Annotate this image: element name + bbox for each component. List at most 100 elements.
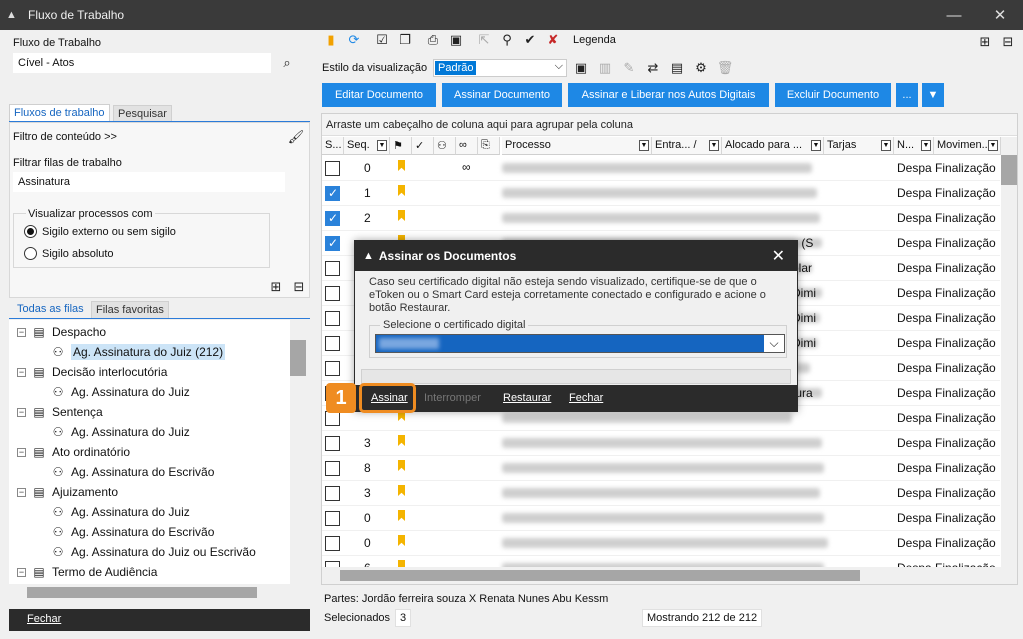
col-bookmark[interactable]: ⚑	[390, 137, 412, 155]
table-row[interactable]: 8 Despa Finalização	[322, 456, 1000, 481]
row-checkbox[interactable]	[325, 336, 340, 351]
col-entrada[interactable]: Entra... / ▼	[652, 137, 722, 155]
col-attach[interactable]: ⎘	[478, 137, 500, 155]
filtrar-input[interactable]: Assinatura	[13, 172, 285, 192]
tab-todas-filas[interactable]: Todas as filas	[13, 301, 88, 319]
tree-hscrollbar[interactable]	[9, 584, 290, 601]
tree-item-despacho[interactable]: − ▤ Despacho	[17, 322, 106, 342]
col-seq[interactable]: Seq. ▼	[344, 137, 390, 155]
table-row[interactable]: 0 Despa Finalização	[322, 531, 1000, 556]
delete-icon[interactable]: ▥	[596, 59, 614, 77]
tree-item-queue[interactable]: ⚇ Ag. Assinatura do Juiz	[51, 502, 190, 522]
search-icon[interactable]: ⌕	[278, 54, 296, 72]
row-checkbox[interactable]	[325, 536, 340, 551]
tree-view-icon[interactable]: ⊞	[976, 33, 994, 51]
row-checkbox[interactable]	[325, 311, 340, 326]
row-checkbox[interactable]	[325, 211, 340, 226]
row-checkbox[interactable]	[325, 261, 340, 276]
row-checkbox[interactable]	[325, 236, 340, 251]
checklist-icon[interactable]: ☑	[373, 31, 391, 49]
col-n[interactable]: N... ▼	[894, 137, 934, 155]
tab-fluxos[interactable]: Fluxos de trabalho	[9, 104, 110, 122]
print-icon[interactable]: ⎙	[424, 31, 442, 49]
table-row[interactable]: 0 Despa Finalização	[322, 506, 1000, 531]
settings-icon[interactable]: ⚙	[692, 59, 710, 77]
row-checkbox[interactable]	[325, 411, 340, 426]
table-row[interactable]: 0 ∞ Despa Finalização	[322, 156, 1000, 181]
export-icon[interactable]: ⇄	[644, 59, 662, 77]
tree-item-ajuizamento[interactable]: − ▤ Ajuizamento	[17, 482, 118, 502]
refresh-icon[interactable]: ⟳	[345, 31, 363, 49]
col-check[interactable]: ✓	[412, 137, 434, 155]
row-checkbox[interactable]	[325, 436, 340, 451]
row-checkbox[interactable]	[325, 461, 340, 476]
restaurar-button[interactable]: Restaurar	[503, 392, 551, 404]
dialog-close-icon[interactable]: ✕	[772, 246, 785, 266]
tab-filas-favoritas[interactable]: Filas favoritas	[91, 301, 169, 319]
tree-item-queue[interactable]: ⚇ Ag. Assinatura do Escrivão	[51, 522, 215, 542]
editar-documento-button[interactable]: Editar Documento	[322, 83, 436, 107]
col-users[interactable]: ⚇	[434, 137, 456, 155]
bookmark-icon[interactable]: ▮	[322, 31, 340, 49]
row-checkbox[interactable]	[325, 286, 340, 301]
more-button[interactable]: ...	[896, 83, 918, 107]
clear-filter-icon[interactable]: 🖌	[287, 128, 305, 146]
radio-sigilo-absoluto[interactable]: Sigilo absoluto	[24, 247, 114, 260]
tree-item-sentenca[interactable]: − ▤ Sentença	[17, 402, 103, 422]
list-view-icon[interactable]: ⊟	[290, 278, 308, 296]
row-checkbox[interactable]	[325, 361, 340, 376]
row-checkbox[interactable]	[325, 161, 340, 176]
filtro-conteudo-toggle[interactable]: Filtro de conteúdo >>	[13, 131, 117, 143]
row-checkbox[interactable]	[325, 511, 340, 526]
edit-icon[interactable]: ✎	[620, 59, 638, 77]
col-select[interactable]: S...	[322, 137, 344, 155]
radio-sigilo-externo[interactable]: Sigilo externo ou sem sigilo	[24, 225, 176, 238]
save-icon[interactable]: ▣	[447, 31, 465, 49]
col-tarjas[interactable]: Tarjas ▼	[824, 137, 894, 155]
grid-scrollbar[interactable]	[1001, 137, 1017, 584]
table-row[interactable]: 2 Despa Finalização	[322, 206, 1000, 231]
certificate-select[interactable]: ⌵	[375, 334, 785, 353]
table-row[interactable]: 1 Despa Finalização	[322, 181, 1000, 206]
excluir-documento-button[interactable]: Excluir Documento	[775, 83, 891, 107]
save-icon[interactable]: ▣	[572, 59, 590, 77]
col-alocado[interactable]: Alocado para ... ▼	[722, 137, 824, 155]
col-processo[interactable]: Processo ▼	[502, 137, 652, 155]
tree-item-ato[interactable]: − ▤ Ato ordinatório	[17, 442, 130, 462]
estilo-select[interactable]: Padrão ⌵	[433, 59, 567, 77]
col-movimento[interactable]: Movimen... ▼	[934, 137, 1001, 155]
reject-icon[interactable]: ✘	[544, 31, 562, 49]
assinar-liberar-button[interactable]: Assinar e Liberar nos Autos Digitais	[568, 83, 769, 107]
minimize-button[interactable]: —	[931, 0, 977, 30]
approve-icon[interactable]: ✔	[521, 31, 539, 49]
row-checkbox[interactable]	[325, 186, 340, 201]
tree-scrollbar[interactable]	[290, 320, 306, 584]
assinar-documento-button[interactable]: Assinar Documento	[442, 83, 562, 107]
document-icon[interactable]: ▤	[668, 59, 686, 77]
search-user-icon[interactable]: ⚲	[498, 31, 516, 49]
row-checkbox[interactable]	[325, 486, 340, 501]
tree-item-queue[interactable]: ⚇ Ag. Assinatura do Juiz	[51, 422, 190, 442]
fluxo-field[interactable]: Cível - Atos	[13, 53, 271, 73]
grid-hscrollbar[interactable]	[322, 567, 1001, 584]
copy-icon[interactable]: ❐	[396, 31, 414, 49]
tree-item-queue[interactable]: ⚇ Ag. Assinatura do Juiz	[51, 382, 190, 402]
trash-icon[interactable]: 🗑	[716, 59, 734, 77]
tree-item-decisao[interactable]: − ▤ Decisão interlocutória	[17, 362, 167, 382]
fechar-dialog-button[interactable]: Fechar	[569, 392, 603, 404]
tree-item-termo[interactable]: − ▤ Termo de Audiência	[17, 562, 157, 582]
legenda-link[interactable]: Legenda	[573, 34, 616, 46]
tree-view-icon[interactable]: ⊞	[267, 278, 285, 296]
dropdown-menu-button[interactable]: ▼	[922, 83, 944, 107]
col-link[interactable]: ∞	[456, 137, 478, 155]
tree-item-queue[interactable]: ⚇ Ag. Assinatura do Juiz (212)	[51, 342, 226, 362]
table-row[interactable]: 3 Despa Finalização	[322, 431, 1000, 456]
move-icon[interactable]: ⇱	[475, 31, 493, 49]
tree-item-queue[interactable]: ⚇ Ag. Assinatura do Juiz ou Escrivão	[51, 542, 256, 562]
table-row[interactable]: 3 Despa Finalização	[322, 481, 1000, 506]
close-window-button[interactable]: ✕	[977, 0, 1023, 30]
list-view-icon[interactable]: ⊟	[999, 33, 1017, 51]
fechar-left-button[interactable]: Fechar	[9, 609, 310, 631]
interromper-button[interactable]: Interromper	[424, 392, 481, 404]
tree-item-queue[interactable]: ⚇ Ag. Assinatura do Escrivão	[51, 462, 215, 482]
